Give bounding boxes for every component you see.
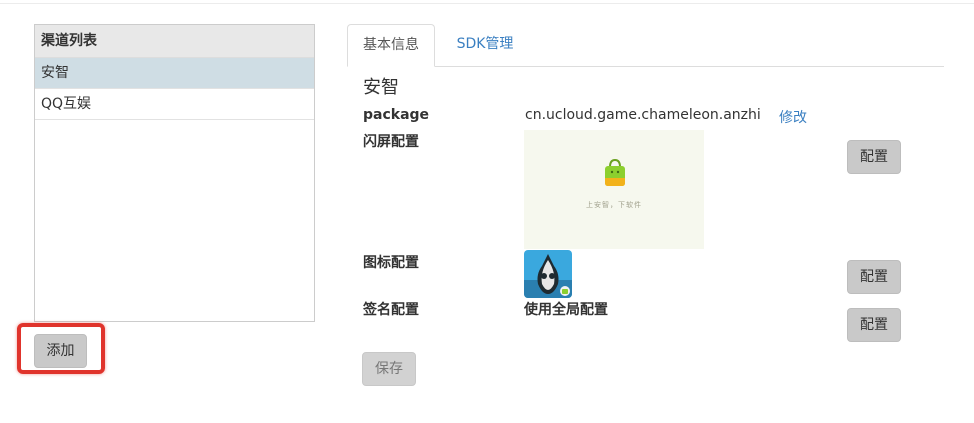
tab-basic-info[interactable]: 基本信息 (347, 24, 435, 67)
signing-config-label: 签名配置 (363, 302, 419, 318)
package-label: package (363, 107, 430, 123)
chameleon-app-icon (524, 250, 572, 298)
configure-splash-button[interactable]: 配置 (847, 140, 901, 174)
configure-signing-button[interactable]: 配置 (847, 308, 901, 342)
splash-caption: 上安智，下软件 (586, 201, 642, 209)
channel-list-header: 渠道列表 (35, 25, 314, 58)
configure-icon-button[interactable]: 配置 (847, 260, 901, 294)
tab-sdk-management[interactable]: SDK管理 (451, 24, 519, 67)
channel-item-qq[interactable]: QQ互娱 (35, 89, 314, 120)
save-button[interactable]: 保存 (362, 352, 416, 386)
channel-title: 安智 (363, 77, 399, 98)
channel-list-panel: 渠道列表 安智 QQ互娱 (34, 24, 315, 322)
edit-package-link[interactable]: 修改 (779, 107, 807, 127)
package-value: cn.ucloud.game.chameleon.anzhi (525, 107, 761, 123)
splash-image: 上安智，下软件 (524, 130, 704, 249)
use-global-config-text: 使用全局配置 (524, 302, 608, 318)
icon-config-label: 图标配置 (363, 255, 419, 271)
splash-config-label: 闪屏配置 (363, 134, 419, 150)
tab-bar: 基本信息 SDK管理 (347, 24, 944, 67)
top-divider (0, 3, 974, 4)
add-channel-button[interactable]: 添加 (34, 334, 87, 368)
channel-item-anzhi[interactable]: 安智 (35, 58, 314, 89)
app-icon-preview (524, 250, 572, 298)
anzhi-bag-icon (605, 158, 625, 186)
